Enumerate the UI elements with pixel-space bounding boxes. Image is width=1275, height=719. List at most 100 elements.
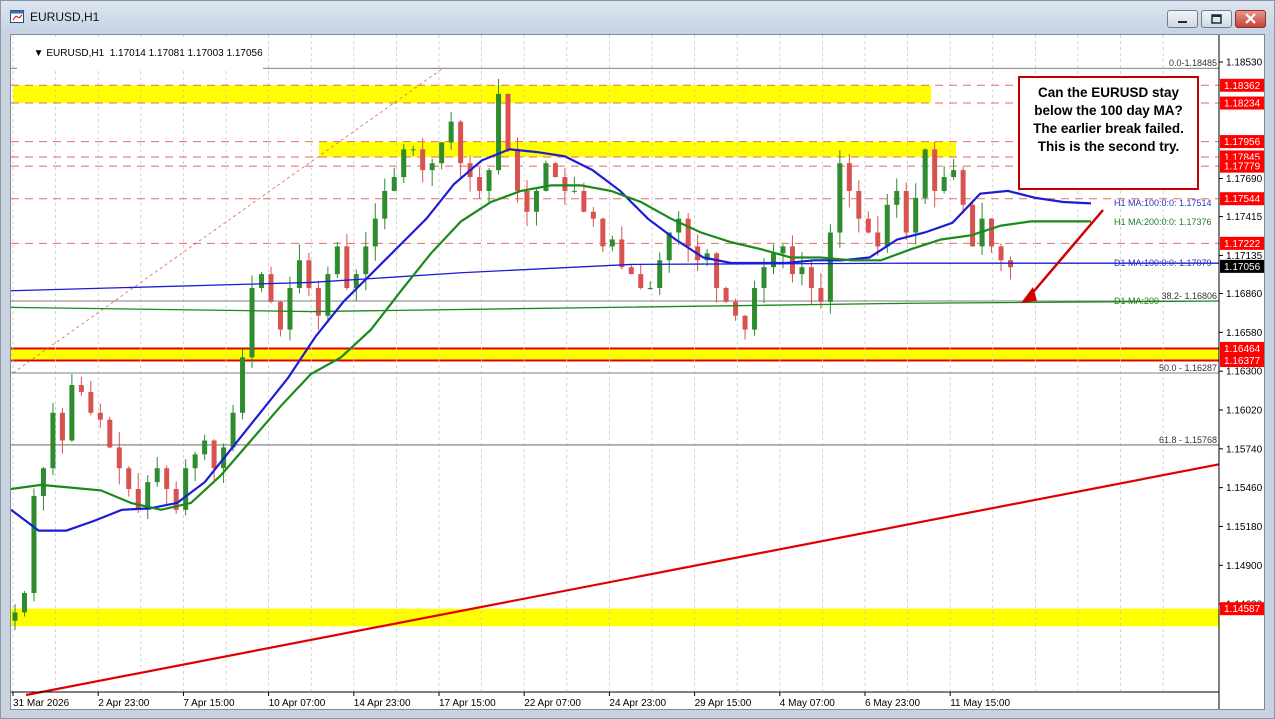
collapse-triangle-icon[interactable]: ▼ <box>34 48 47 59</box>
candle <box>88 391 94 413</box>
candle <box>334 246 340 275</box>
candle <box>590 211 596 219</box>
candle <box>325 274 331 316</box>
candle <box>903 190 909 233</box>
candle <box>533 190 539 212</box>
candle <box>486 170 492 191</box>
annotation-callout: Can the EURUSD stay below the 100 day MA… <box>1018 76 1199 190</box>
candle <box>107 419 113 448</box>
price-label: 1.17056 <box>1224 262 1261 273</box>
h1-ma100-line <box>11 148 1092 532</box>
ma-label: H1 MA:200:0:0: 1.17376 <box>1114 217 1212 227</box>
fibonacci-label: 38.2- 1.16806 <box>1161 291 1217 301</box>
candle <box>382 190 388 219</box>
candle <box>363 246 369 275</box>
price-tick-label: 1.15740 <box>1226 444 1263 455</box>
candle <box>306 260 312 288</box>
candle <box>960 170 966 205</box>
close-icon <box>1245 13 1256 24</box>
ma-label: H1 MA:100:0:0: 1.17514 <box>1114 198 1212 208</box>
close-button[interactable] <box>1235 10 1266 28</box>
candle <box>770 253 776 268</box>
candle <box>410 149 416 151</box>
candle <box>941 177 947 191</box>
candle <box>600 218 606 247</box>
price-label: 1.16464 <box>1224 344 1261 355</box>
support-resistance-zone <box>319 141 956 157</box>
candle <box>723 287 729 302</box>
candle <box>429 163 435 171</box>
candle <box>609 239 615 247</box>
minimize-icon <box>1178 21 1187 23</box>
candle <box>733 301 739 316</box>
minimize-button[interactable] <box>1167 10 1198 28</box>
support-resistance-zone <box>11 348 1219 361</box>
time-tick-label: 11 May 15:00 <box>950 698 1010 709</box>
time-tick-label: 29 Apr 15:00 <box>695 698 752 709</box>
candle <box>372 218 378 247</box>
chart-window-icon <box>10 10 24 23</box>
candle <box>846 163 852 191</box>
candle <box>865 218 871 233</box>
candle <box>761 267 767 288</box>
candle <box>922 149 928 198</box>
candle <box>249 287 255 358</box>
price-label: 1.17956 <box>1224 137 1261 148</box>
candle <box>685 218 691 247</box>
maximize-icon <box>1211 14 1222 24</box>
time-tick-label: 2 Apr 23:00 <box>98 698 150 709</box>
ma-label: D1 MA:200 <box>1114 296 1159 306</box>
candle <box>799 267 805 275</box>
candle <box>875 232 881 247</box>
candle <box>78 385 84 392</box>
d1-ma200-line <box>11 300 1220 313</box>
candle <box>932 149 938 191</box>
candle <box>50 412 56 469</box>
title-bar[interactable]: EURUSD,H1 <box>1 1 1274 33</box>
price-label: 1.17544 <box>1224 194 1261 205</box>
fibonacci-diagonal <box>12 67 444 374</box>
candle <box>344 246 350 288</box>
candle <box>59 412 65 441</box>
price-tick-label: 1.17415 <box>1226 212 1263 223</box>
window-title: EURUSD,H1 <box>30 10 100 24</box>
candle <box>477 177 483 191</box>
candle <box>808 267 814 288</box>
candle <box>581 190 587 212</box>
candle <box>818 287 824 302</box>
price-tick-label: 1.16020 <box>1226 406 1263 417</box>
time-tick-label: 14 Apr 23:00 <box>354 698 411 709</box>
candle <box>439 142 445 164</box>
candle <box>116 447 122 469</box>
candle <box>970 204 976 247</box>
candle <box>126 468 132 490</box>
time-tick-label: 10 Apr 07:00 <box>269 698 326 709</box>
terminal-window: EURUSD,H1 0.0-1.18485 38.2- 1.16806 50.0 -… <box>0 0 1275 719</box>
time-tick-label: 24 Apr 23:00 <box>609 698 666 709</box>
candle <box>894 190 900 205</box>
candle <box>856 190 862 219</box>
price-tick-label: 1.17690 <box>1226 174 1263 185</box>
time-tick-label: 17 Apr 15:00 <box>439 698 496 709</box>
candle <box>714 253 720 288</box>
support-resistance-zone <box>13 85 931 104</box>
candle <box>571 190 577 192</box>
maximize-button[interactable] <box>1201 10 1232 28</box>
price-label: 1.18362 <box>1224 81 1261 92</box>
candle <box>752 287 758 330</box>
time-tick-label: 6 May 23:00 <box>865 698 920 709</box>
symbol-info: ▼ EURUSD,H1 1.17014 1.17081 1.17003 1.17… <box>17 37 263 70</box>
candle <box>277 301 283 330</box>
candle <box>448 121 454 143</box>
candle <box>562 177 568 191</box>
price-label: 1.14587 <box>1224 604 1261 615</box>
candle <box>287 287 293 330</box>
time-tick-label: 7 Apr 15:00 <box>183 698 235 709</box>
candle <box>647 287 653 289</box>
price-chart[interactable]: 0.0-1.18485 38.2- 1.16806 50.0 - 1.16287 61… <box>10 34 1265 710</box>
candle <box>164 468 170 490</box>
price-label: 1.18234 <box>1224 99 1261 110</box>
candle <box>391 177 397 191</box>
candle <box>827 232 833 302</box>
time-tick-label: 4 May 07:00 <box>780 698 835 709</box>
